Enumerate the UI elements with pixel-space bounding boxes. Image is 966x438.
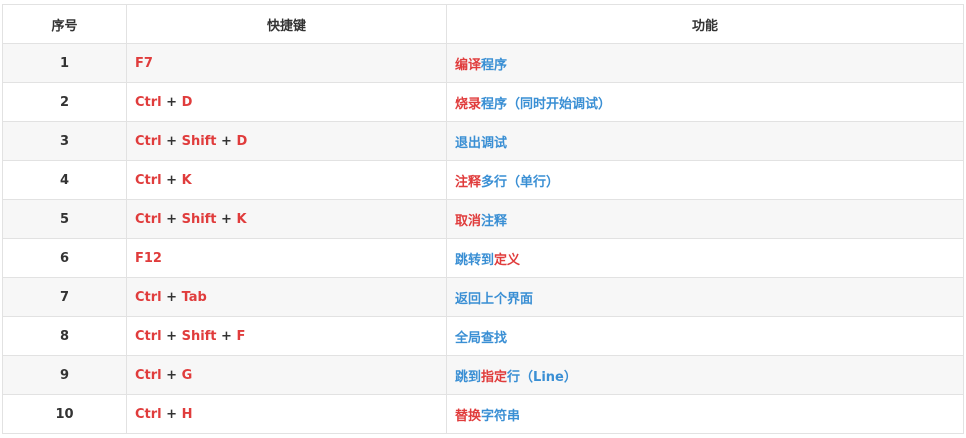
shortcut-cell: Ctrl + Shift + F	[126, 316, 447, 356]
shortcut-key: Tab	[181, 289, 207, 305]
shortcut-cell: Ctrl + Tab	[126, 277, 447, 317]
plus-separator: +	[216, 211, 237, 227]
shortcut-key: D	[181, 94, 193, 110]
shortcut-key: K	[181, 172, 192, 188]
shortcut-key: Ctrl	[135, 94, 162, 110]
plus-separator: +	[216, 133, 237, 149]
table-row: 10 Ctrl + H 替换字符串	[2, 394, 964, 434]
row-number: 4	[2, 160, 127, 200]
function-text: 注释	[455, 174, 482, 190]
plus-separator: +	[161, 133, 182, 149]
row-number: 7	[2, 277, 127, 317]
table-row: 3 Ctrl + Shift + D 退出调试	[2, 121, 964, 161]
header-shortcut: 快捷键	[126, 4, 447, 44]
function-cell: 返回上个界面	[446, 277, 964, 317]
row-number: 8	[2, 316, 127, 356]
shortcut-cell: Ctrl + K	[126, 160, 447, 200]
function-text: 取消	[455, 213, 482, 229]
function-text: 编译	[455, 57, 482, 73]
shortcut-cell: Ctrl + G	[126, 355, 447, 395]
shortcut-key: Shift	[181, 211, 217, 227]
table-row: 6 F12 跳转到定义	[2, 238, 964, 278]
function-text: 多行（单行）	[481, 174, 560, 190]
row-number: 6	[2, 238, 127, 278]
table-row: 7 Ctrl + Tab 返回上个界面	[2, 277, 964, 317]
shortcut-cell: F12	[126, 238, 447, 278]
row-number: 3	[2, 121, 127, 161]
function-text: 跳转到	[455, 252, 495, 268]
shortcut-key: G	[181, 367, 193, 383]
function-cell: 全局查找	[446, 316, 964, 356]
function-cell: 退出调试	[446, 121, 964, 161]
table-row: 4 Ctrl + K 注释多行（单行）	[2, 160, 964, 200]
row-number: 2	[2, 82, 127, 122]
table-row: 9 Ctrl + G 跳到指定行（Line）	[2, 355, 964, 395]
function-cell: 取消注释	[446, 199, 964, 239]
plus-separator: +	[216, 328, 237, 344]
shortcut-table-container: 序号 快捷键 功能 1 F7 编译程序 2 Ctrl + D 烧录程序（同时开始调试） 3 C…	[2, 4, 964, 434]
function-text: 字符串	[481, 408, 521, 424]
function-text: 退出调试	[455, 135, 508, 151]
row-number: 1	[2, 43, 127, 83]
shortcut-table: 序号 快捷键 功能 1 F7 编译程序 2 Ctrl + D 烧录程序（同时开始调试） 3 C…	[2, 4, 964, 434]
function-text: 程序	[481, 57, 508, 73]
function-text: 行（Line）	[507, 369, 577, 385]
shortcut-cell: Ctrl + H	[126, 394, 447, 434]
shortcut-key: F	[236, 328, 246, 344]
function-text: 跳到	[455, 369, 482, 385]
shortcut-cell: Ctrl + Shift + D	[126, 121, 447, 161]
shortcut-cell: F7	[126, 43, 447, 83]
shortcut-key: Ctrl	[135, 328, 162, 344]
shortcut-key: H	[181, 406, 193, 422]
shortcut-key: Ctrl	[135, 367, 162, 383]
plus-separator: +	[161, 94, 182, 110]
header-function: 功能	[446, 4, 964, 44]
function-text: 烧录	[455, 96, 482, 112]
table-body: 1 F7 编译程序 2 Ctrl + D 烧录程序（同时开始调试） 3 Ctrl + Shif…	[2, 43, 964, 434]
plus-separator: +	[161, 289, 182, 305]
shortcut-key: K	[236, 211, 247, 227]
function-cell: 跳到指定行（Line）	[446, 355, 964, 395]
row-number: 5	[2, 199, 127, 239]
function-text: 程序（同时开始调试）	[481, 96, 612, 112]
shortcut-key: Ctrl	[135, 172, 162, 188]
function-cell: 跳转到定义	[446, 238, 964, 278]
table-row: 5 Ctrl + Shift + K 取消注释	[2, 199, 964, 239]
plus-separator: +	[161, 328, 182, 344]
shortcut-key: F12	[135, 250, 162, 266]
shortcut-key: F7	[135, 55, 153, 71]
plus-separator: +	[161, 211, 182, 227]
function-text: 定义	[494, 252, 521, 268]
function-cell: 注释多行（单行）	[446, 160, 964, 200]
shortcut-key: Shift	[181, 328, 217, 344]
function-cell: 编译程序	[446, 43, 964, 83]
table-row: 1 F7 编译程序	[2, 43, 964, 83]
table-row: 2 Ctrl + D 烧录程序（同时开始调试）	[2, 82, 964, 122]
function-text: 返回上个界面	[455, 291, 534, 307]
function-text: 指定	[481, 369, 508, 385]
shortcut-key: Ctrl	[135, 211, 162, 227]
table-row: 8 Ctrl + Shift + F 全局查找	[2, 316, 964, 356]
function-cell: 烧录程序（同时开始调试）	[446, 82, 964, 122]
row-number: 9	[2, 355, 127, 395]
plus-separator: +	[161, 172, 182, 188]
shortcut-key: Ctrl	[135, 133, 162, 149]
plus-separator: +	[161, 367, 182, 383]
header-number: 序号	[2, 4, 127, 44]
function-text: 全局查找	[455, 330, 508, 346]
function-text: 替换	[455, 408, 482, 424]
table-header-row: 序号 快捷键 功能	[2, 4, 964, 44]
function-cell: 替换字符串	[446, 394, 964, 434]
plus-separator: +	[161, 406, 182, 422]
shortcut-key: Ctrl	[135, 406, 162, 422]
shortcut-key: D	[236, 133, 248, 149]
shortcut-cell: Ctrl + Shift + K	[126, 199, 447, 239]
shortcut-key: Ctrl	[135, 289, 162, 305]
function-text: 注释	[481, 213, 508, 229]
shortcut-cell: Ctrl + D	[126, 82, 447, 122]
row-number: 10	[2, 394, 127, 434]
shortcut-key: Shift	[181, 133, 217, 149]
